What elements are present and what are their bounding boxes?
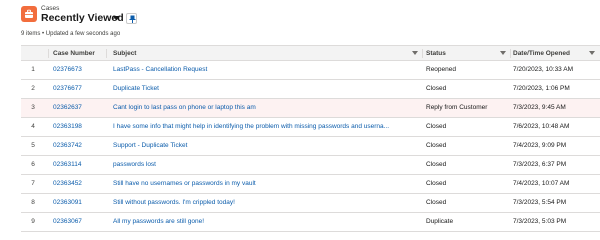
status-value: Closed	[426, 180, 447, 187]
case-number-link[interactable]: 02363198	[53, 118, 109, 136]
status-value: Closed	[426, 142, 447, 149]
date-opened-value: 7/6/2023, 10:48 AM	[513, 123, 570, 130]
cases-table: Case Number Subject Status Date/Time Ope…	[21, 45, 600, 240]
column-header-subject[interactable]: Subject	[107, 46, 423, 61]
subject-link[interactable]: Support - Duplicate Ticket	[113, 137, 425, 155]
status-value: Closed	[426, 161, 447, 168]
status-value: Reopened	[426, 66, 456, 73]
table-row[interactable]: 6 02363114 passwords lost Closed 7/3/202…	[21, 156, 600, 175]
case-number-link[interactable]: 02363452	[53, 175, 109, 193]
chevron-down-icon[interactable]	[412, 51, 418, 55]
status-value: Closed	[426, 123, 447, 130]
list-view-title[interactable]: Recently Viewed	[41, 12, 124, 24]
row-number: 7	[31, 180, 35, 187]
date-opened-value: 7/3/2023, 9:45 AM	[513, 104, 566, 111]
row-number: 3	[31, 104, 35, 111]
date-opened-value: 7/3/2023, 5:03 PM	[513, 218, 567, 225]
case-number-link[interactable]: 02362637	[53, 99, 109, 117]
table-row[interactable]: 5 02363742 Support - Duplicate Ticket Cl…	[21, 137, 600, 156]
row-number: 8	[31, 199, 35, 206]
date-opened-value: 7/3/2023, 6:37 PM	[513, 161, 567, 168]
row-number: 9	[31, 218, 35, 225]
chevron-down-icon[interactable]	[589, 51, 595, 55]
table-row[interactable]: 2 02376677 Duplicate Ticket Closed 7/20/…	[21, 80, 600, 99]
subject-link[interactable]: Duplicate Ticket	[113, 80, 425, 98]
column-header-label: Date/Time Opened	[513, 50, 570, 57]
status-value: Closed	[426, 199, 447, 206]
date-opened-value: 7/20/2023, 10:33 AM	[513, 66, 573, 73]
case-number-link[interactable]: 02363067	[53, 213, 109, 231]
status-value: Reply from Customer	[426, 104, 488, 111]
column-header-status[interactable]: Status	[423, 46, 511, 61]
case-icon	[21, 6, 37, 22]
row-number: 1	[31, 66, 35, 73]
row-number: 4	[31, 123, 35, 130]
case-number-link[interactable]: 02376673	[53, 61, 109, 79]
case-number-link[interactable]: 02363114	[53, 156, 109, 174]
object-type-label: Cases	[41, 5, 60, 12]
table-row[interactable]: 7 02363452 Still have no usernames or pa…	[21, 175, 600, 194]
column-header-label: Subject	[113, 50, 137, 57]
column-header-case-number[interactable]: Case Number	[49, 46, 107, 61]
pin-list-button[interactable]	[126, 13, 137, 24]
row-number: 2	[31, 85, 35, 92]
table-header: Case Number Subject Status Date/Time Ope…	[21, 45, 600, 61]
case-number-link[interactable]: 02376677	[53, 80, 109, 98]
list-view-meta: 9 items • Updated a few seconds ago	[21, 31, 121, 37]
column-header-date-opened[interactable]: Date/Time Opened	[511, 46, 600, 61]
chevron-down-icon[interactable]	[113, 16, 120, 21]
case-number-link[interactable]: 02363091	[53, 194, 109, 212]
date-opened-value: 7/20/2023, 1:06 PM	[513, 85, 570, 92]
list-view-header: Cases Recently Viewed 9 items • Updated …	[0, 0, 600, 46]
subject-link[interactable]: I have some info that might help in iden…	[113, 118, 425, 136]
table-row[interactable]: 3 02362637 Cant login to last pass on ph…	[21, 99, 600, 118]
subject-link[interactable]: Cant login to last pass on phone or lapt…	[113, 99, 425, 117]
subject-link[interactable]: Still without passwords. I'm crippled to…	[113, 194, 425, 212]
status-value: Closed	[426, 85, 447, 92]
table-row[interactable]: 9 02363067 All my passwords are still go…	[21, 213, 600, 232]
column-header-label: Case Number	[53, 50, 95, 57]
row-number: 6	[31, 161, 35, 168]
date-opened-value: 7/3/2023, 5:54 PM	[513, 199, 567, 206]
table-row[interactable]: 4 02363198 I have some info that might h…	[21, 118, 600, 137]
date-opened-value: 7/4/2023, 9:09 PM	[513, 142, 567, 149]
row-number: 5	[31, 142, 35, 149]
subject-link[interactable]: LastPass - Cancellation Request	[113, 61, 425, 79]
subject-link[interactable]: passwords lost	[113, 156, 425, 174]
date-opened-value: 7/4/2023, 10:07 AM	[513, 180, 570, 187]
case-number-link[interactable]: 02363742	[53, 137, 109, 155]
subject-link[interactable]: All my passwords are still gone!	[113, 213, 425, 231]
table-row[interactable]: 1 02376673 LastPass - Cancellation Reque…	[21, 61, 600, 80]
status-value: Duplicate	[426, 218, 454, 225]
column-header-label: Status	[426, 50, 446, 57]
chevron-down-icon[interactable]	[500, 51, 506, 55]
table-row[interactable]: 8 02363091 Still without passwords. I'm …	[21, 194, 600, 213]
subject-link[interactable]: Still have no usernames or passwords in …	[113, 175, 425, 193]
pin-icon	[129, 15, 136, 23]
row-number-header	[21, 46, 49, 61]
